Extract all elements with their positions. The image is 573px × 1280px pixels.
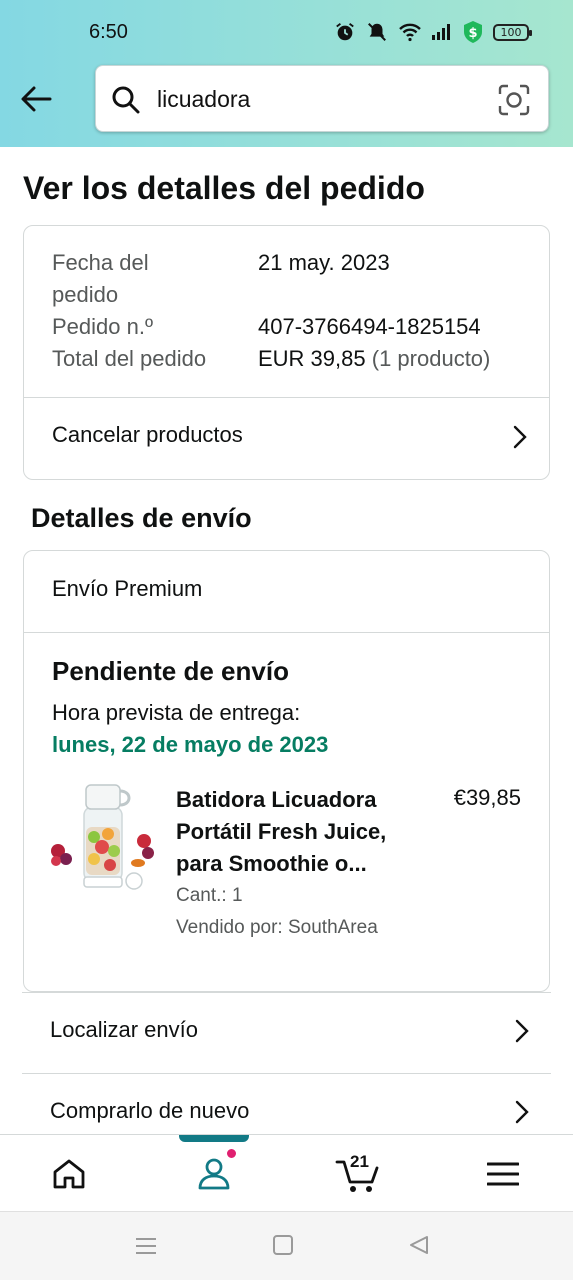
shield-dollar-icon: $ bbox=[464, 21, 482, 43]
recent-apps-icon[interactable] bbox=[134, 1234, 158, 1258]
chevron-right-icon bbox=[515, 1019, 529, 1043]
hamburger-menu-icon bbox=[487, 1162, 519, 1185]
search-query: licuadora bbox=[157, 86, 251, 112]
back-button[interactable] bbox=[18, 82, 54, 116]
back-triangle-icon[interactable] bbox=[408, 1234, 430, 1256]
cancel-products-button[interactable]: Cancelar productos bbox=[24, 398, 549, 478]
shipping-section-title: Detalles de envío bbox=[31, 503, 252, 533]
order-number-value: 407-3766494-1825154 bbox=[258, 314, 481, 339]
status-bar: 6:50 $ 100 bbox=[0, 0, 573, 66]
order-date-label-line1: Fecha del bbox=[52, 250, 149, 275]
nav-home[interactable] bbox=[34, 1135, 104, 1212]
battery-indicator: 100 bbox=[493, 23, 532, 41]
shipment-status: Pendiente de envío bbox=[52, 656, 289, 686]
signal-icon bbox=[432, 24, 450, 40]
order-total-count: (1 producto) bbox=[371, 346, 491, 371]
bottom-navigation: 21 bbox=[0, 1134, 573, 1211]
wifi-icon bbox=[399, 23, 421, 42]
delivery-estimate-label: Hora prevista de entrega: bbox=[52, 700, 301, 725]
divider bbox=[24, 632, 549, 633]
order-number-label: Pedido n.º bbox=[52, 314, 153, 339]
nav-menu[interactable] bbox=[468, 1135, 538, 1212]
notification-dot bbox=[226, 1148, 237, 1159]
mute-icon bbox=[368, 23, 386, 41]
order-total-value: EUR 39,85 (1 producto) bbox=[258, 343, 490, 375]
home-icon bbox=[53, 1159, 85, 1188]
camera-lens-icon[interactable] bbox=[498, 84, 530, 116]
status-time: 6:50 bbox=[89, 21, 128, 43]
order-date-value: 21 may. 2023 bbox=[258, 250, 390, 275]
status-icons: $ 100 bbox=[334, 20, 532, 44]
cart-count-badge: 21 bbox=[350, 1152, 369, 1171]
product-title-link[interactable]: Batidora Licuadora Portátil Fresh Juice,… bbox=[176, 784, 416, 880]
order-total-label: Total del pedido bbox=[52, 346, 207, 371]
search-icon bbox=[112, 86, 140, 114]
product-quantity: Cant.: 1 bbox=[176, 885, 243, 906]
order-summary-card: Fecha del pedido 21 may. 2023 Pedido n.º… bbox=[23, 225, 550, 480]
nav-account[interactable] bbox=[179, 1135, 249, 1212]
order-date-label-line2: pedido bbox=[52, 282, 119, 307]
page-title: Ver los detalles del pedido bbox=[23, 170, 425, 206]
track-shipment-label: Localizar envío bbox=[50, 1017, 198, 1042]
nav-cart[interactable] bbox=[323, 1135, 393, 1212]
search-input[interactable]: licuadora bbox=[95, 65, 549, 132]
product-price: €39,85 bbox=[453, 785, 521, 810]
order-total-amount: EUR 39,85 bbox=[258, 346, 366, 371]
shipping-type: Envío Premium bbox=[52, 576, 203, 601]
system-navigation-bar bbox=[0, 1211, 573, 1280]
cancel-products-label: Cancelar productos bbox=[52, 422, 243, 447]
svg-text:$: $ bbox=[468, 26, 477, 41]
home-square-icon[interactable] bbox=[272, 1234, 294, 1256]
chevron-right-icon bbox=[515, 1100, 529, 1124]
alarm-icon bbox=[336, 23, 354, 41]
product-seller: Vendido por: SouthArea bbox=[176, 917, 378, 938]
app-header: 6:50 $ 100 licuadora bbox=[0, 0, 573, 147]
chevron-right-icon bbox=[513, 425, 527, 449]
arrow-left-icon bbox=[21, 86, 52, 112]
delivery-estimate-date: lunes, 22 de mayo de 2023 bbox=[52, 732, 329, 757]
person-icon bbox=[198, 1158, 230, 1189]
track-shipment-button[interactable]: Localizar envío bbox=[22, 992, 551, 1072]
product-image[interactable] bbox=[50, 779, 155, 894]
shipment-card: Envío Premium Pendiente de envío Hora pr… bbox=[23, 550, 550, 992]
buy-again-label: Comprarlo de nuevo bbox=[50, 1098, 250, 1123]
